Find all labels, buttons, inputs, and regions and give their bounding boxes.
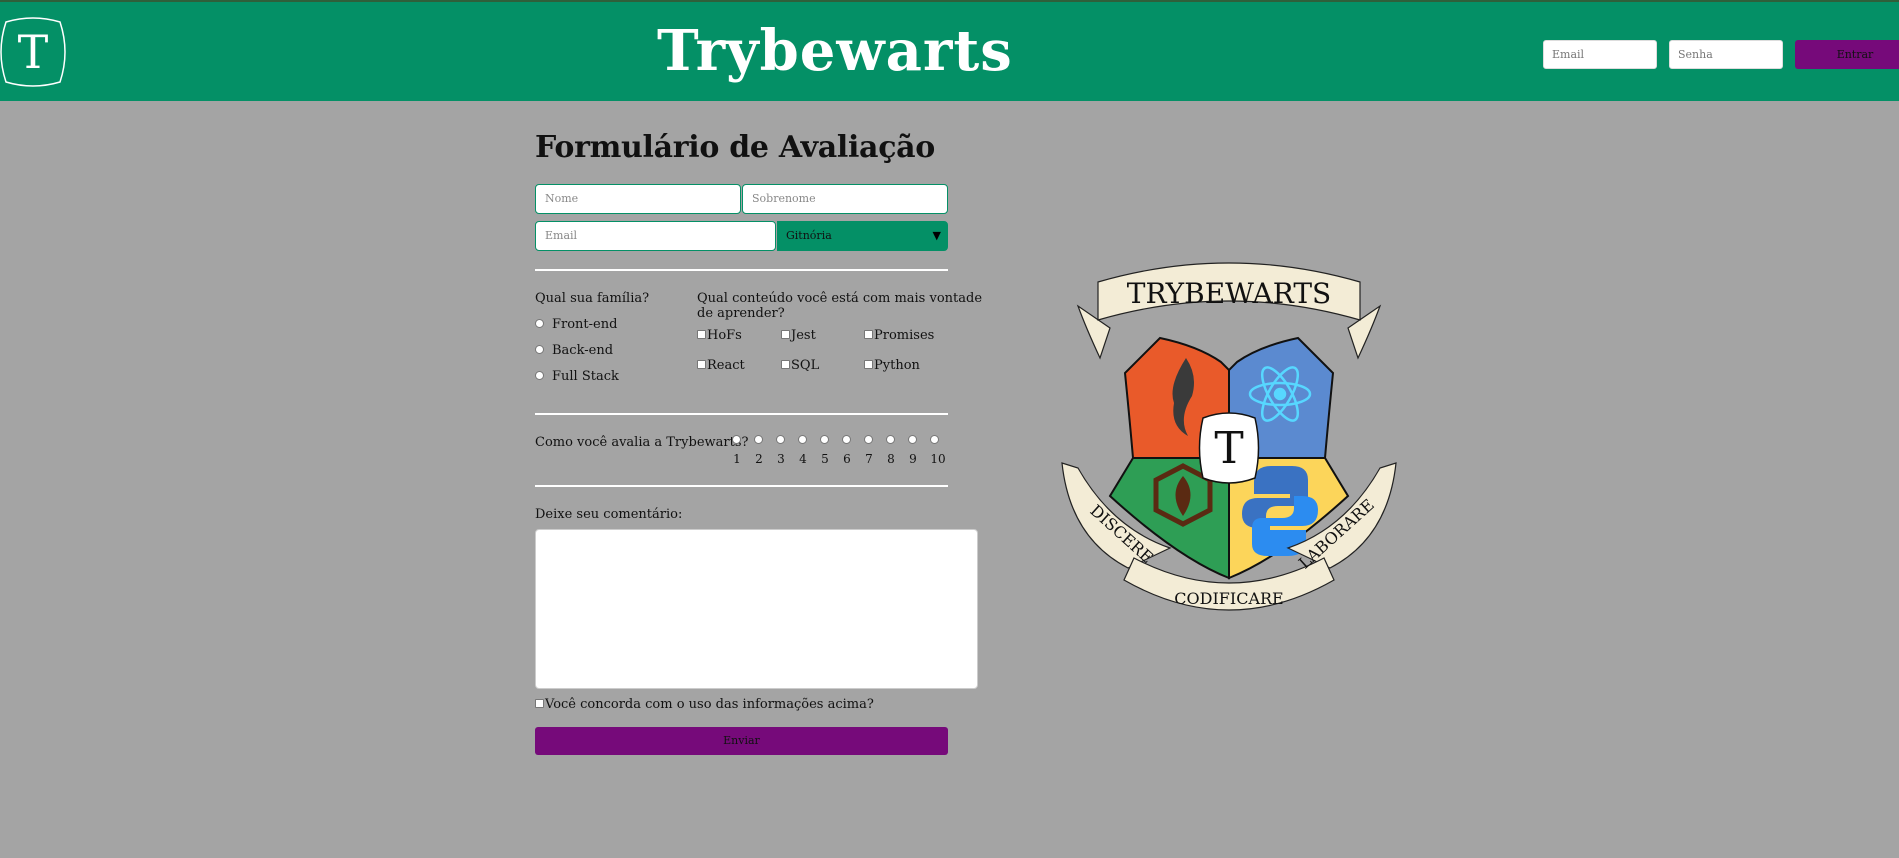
rating-number: 4 — [799, 452, 807, 466]
content-label-react: React — [707, 358, 745, 373]
divider — [535, 485, 948, 487]
name-input[interactable]: Nome — [535, 184, 741, 214]
content-checkbox-promises[interactable] — [864, 330, 873, 339]
crest-center-letter: T — [1214, 423, 1243, 474]
login-password-input[interactable]: Senha — [1669, 40, 1783, 69]
content-checkbox-hofs[interactable] — [697, 330, 706, 339]
banner-bottom-text: CODIFICARE — [1174, 589, 1283, 608]
content-label-sql: SQL — [791, 358, 820, 373]
family-question: Qual sua família? — [535, 291, 650, 306]
comment-textarea[interactable] — [535, 529, 978, 689]
house-selected-value: Gitnória — [786, 229, 832, 242]
divider — [535, 269, 948, 271]
divider — [535, 413, 948, 415]
content-checkbox-sql[interactable] — [781, 360, 790, 369]
trybewarts-crest: TRYBEWARTS T DISCERE LABORARE CODIFICARE — [1061, 262, 1397, 611]
rating-radio-8[interactable] — [886, 435, 895, 444]
login-button[interactable]: Entrar — [1795, 40, 1899, 69]
form-title: Formulário de Avaliação — [535, 130, 936, 165]
rating-radio-7[interactable] — [864, 435, 873, 444]
content-label-jest: Jest — [791, 328, 816, 343]
agreement-checkbox[interactable] — [535, 699, 544, 708]
agreement-label: Você concorda com o uso das informações … — [545, 697, 874, 712]
content-label-hofs: HoFs — [707, 328, 742, 343]
submit-button[interactable]: Enviar — [535, 727, 948, 755]
rating-number: 5 — [821, 452, 829, 466]
rating-radio-1[interactable] — [732, 435, 741, 444]
rating-radio-6[interactable] — [842, 435, 851, 444]
content-checkbox-python[interactable] — [864, 360, 873, 369]
content-checkbox-jest[interactable] — [781, 330, 790, 339]
rating-number: 3 — [777, 452, 785, 466]
rating-radio-2[interactable] — [754, 435, 763, 444]
rating-number: 1 — [733, 452, 741, 466]
site-title: Trybewarts — [657, 18, 1013, 84]
rating-number: 6 — [843, 452, 851, 466]
content-question-line2: de aprender? — [697, 306, 785, 321]
rating-number: 9 — [909, 452, 917, 466]
banner-top-text: TRYBEWARTS — [1127, 277, 1331, 310]
rating-radio-9[interactable] — [908, 435, 917, 444]
content-checkbox-react[interactable] — [697, 360, 706, 369]
rating-number: 7 — [865, 452, 873, 466]
email-input[interactable]: Email — [535, 221, 776, 251]
content-label-python: Python — [874, 358, 920, 373]
family-label-full-stack: Full Stack — [552, 369, 619, 384]
logo-letter: T — [18, 25, 49, 79]
login-email-input[interactable]: Email — [1543, 40, 1657, 69]
rating-number: 8 — [887, 452, 895, 466]
content-question-line1: Qual conteúdo você está com mais vontade — [697, 291, 983, 306]
family-radio-full-stack[interactable] — [535, 371, 544, 380]
rating-radio-4[interactable] — [798, 435, 807, 444]
family-radio-front-end[interactable] — [535, 319, 544, 328]
rating-radio-5[interactable] — [820, 435, 829, 444]
family-label-front-end: Front-end — [552, 317, 618, 332]
trybewarts-logo-icon: T — [0, 17, 66, 87]
rating-radio-10[interactable] — [930, 435, 939, 444]
chevron-down-icon: ▼ — [932, 229, 941, 242]
rating-radio-3[interactable] — [776, 435, 785, 444]
rating-question: Como você avalia a Trybewarts? — [535, 435, 749, 450]
rating-number: 2 — [755, 452, 763, 466]
comment-label: Deixe seu comentário: — [535, 507, 683, 522]
family-label-back-end: Back-end — [552, 343, 614, 358]
house-select[interactable]: Gitnória ▼ — [777, 221, 948, 251]
rating-number: 10 — [930, 452, 946, 466]
top-bar: T Trybewarts Email Senha Entrar — [0, 0, 1899, 101]
family-radio-back-end[interactable] — [535, 345, 544, 354]
lastname-input[interactable]: Sobrenome — [742, 184, 948, 214]
content-label-promises: Promises — [874, 328, 935, 343]
